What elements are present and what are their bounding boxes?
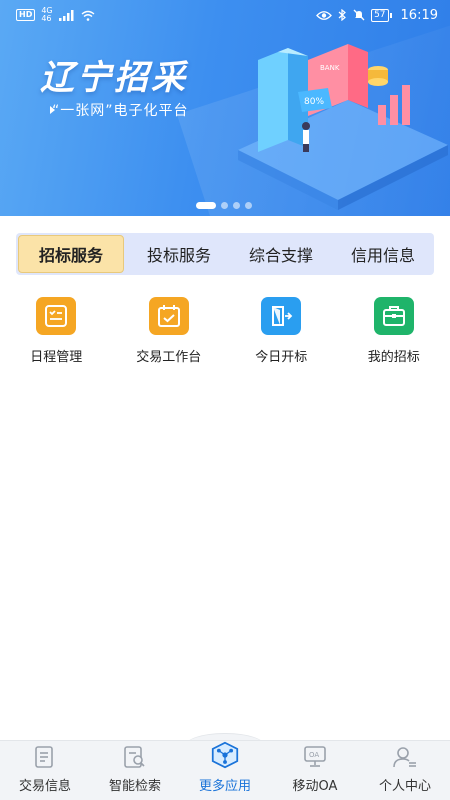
- pagination-dot[interactable]: [221, 202, 228, 209]
- status-left: HD 4G 46: [16, 7, 95, 23]
- app-label: 今日开标: [255, 350, 308, 365]
- nav-mobile-oa[interactable]: OA 移动OA: [270, 741, 360, 800]
- status-clock: 16:19: [400, 7, 438, 23]
- nav-trading-info[interactable]: 交易信息: [0, 741, 90, 800]
- banner-carousel[interactable]: HD 4G 46 57 16:19 辽宁招采 “一张网”电子化平台 BANK 8…: [0, 0, 450, 216]
- schedule-checklist-icon: [36, 297, 77, 335]
- svg-text:OA: OA: [309, 751, 319, 759]
- eye-icon: [316, 10, 332, 20]
- art-bank-label: BANK: [320, 64, 340, 72]
- document-list-icon: [35, 746, 53, 768]
- bottom-navigation: 交易信息 智能检索 更多应用 OA 移动OA 个人中心: [0, 740, 450, 800]
- battery-indicator: 57: [371, 8, 393, 22]
- tab-bidding-service[interactable]: 招标服务: [18, 235, 124, 273]
- bluetooth-icon: [338, 9, 346, 21]
- pagination-dot[interactable]: [245, 202, 252, 209]
- nav-label: 移动OA: [292, 779, 338, 794]
- app-schedule-management[interactable]: 日程管理: [0, 297, 113, 365]
- wifi-icon: [81, 10, 95, 21]
- cube-network-icon: [211, 741, 239, 769]
- service-tabs: 招标服务 投标服务 综合支撑 信用信息: [16, 233, 434, 275]
- door-open-icon: [261, 297, 302, 335]
- nav-label: 个人中心: [378, 779, 431, 794]
- art-percent-label: 80%: [304, 97, 324, 107]
- app-label: 我的招标: [367, 350, 420, 365]
- tab-comprehensive-support[interactable]: 综合支撑: [230, 233, 332, 275]
- nav-label: 交易信息: [18, 779, 71, 794]
- nav-label: 更多应用: [198, 779, 251, 794]
- oa-monitor-icon: OA: [304, 746, 326, 767]
- user-profile-icon: [393, 747, 416, 768]
- signal-icon: [58, 9, 74, 21]
- city-illustration: BANK 80%: [238, 44, 448, 210]
- network-sub: 46: [41, 14, 52, 23]
- nav-more-apps[interactable]: 更多应用: [180, 741, 270, 800]
- app-label: 交易工作台: [136, 350, 202, 365]
- status-bar: HD 4G 46 57 16:19: [0, 0, 450, 30]
- banner-subtitle: “一张网”电子化平台: [52, 103, 189, 119]
- pagination-dot-active[interactable]: [196, 202, 216, 209]
- app-today-bid-opening[interactable]: 今日开标: [225, 297, 338, 365]
- tab-credit-info[interactable]: 信用信息: [332, 233, 434, 275]
- calendar-check-icon: [148, 297, 189, 335]
- app-trading-workbench[interactable]: 交易工作台: [113, 297, 226, 365]
- mute-bell-icon: [353, 9, 365, 21]
- network-indicator: 4G 46: [41, 7, 52, 23]
- tab-tender-service[interactable]: 投标服务: [128, 233, 230, 275]
- app-my-bidding[interactable]: 我的招标: [338, 297, 450, 365]
- search-document-icon: [124, 746, 145, 768]
- banner-title: 辽宁招采: [40, 58, 188, 98]
- nav-personal-center[interactable]: 个人中心: [360, 741, 450, 800]
- toolbox-icon: [373, 297, 414, 335]
- nav-label: 智能检索: [108, 779, 161, 794]
- app-label: 日程管理: [30, 350, 83, 365]
- hd-badge: HD: [16, 9, 36, 21]
- app-grid: 日程管理 交易工作台 今日开标 我的招标: [0, 297, 450, 365]
- pagination-dot[interactable]: [233, 202, 240, 209]
- nav-smart-search[interactable]: 智能检索: [90, 741, 180, 800]
- banner-pagination[interactable]: [196, 202, 252, 209]
- status-right: 57 16:19: [316, 8, 438, 23]
